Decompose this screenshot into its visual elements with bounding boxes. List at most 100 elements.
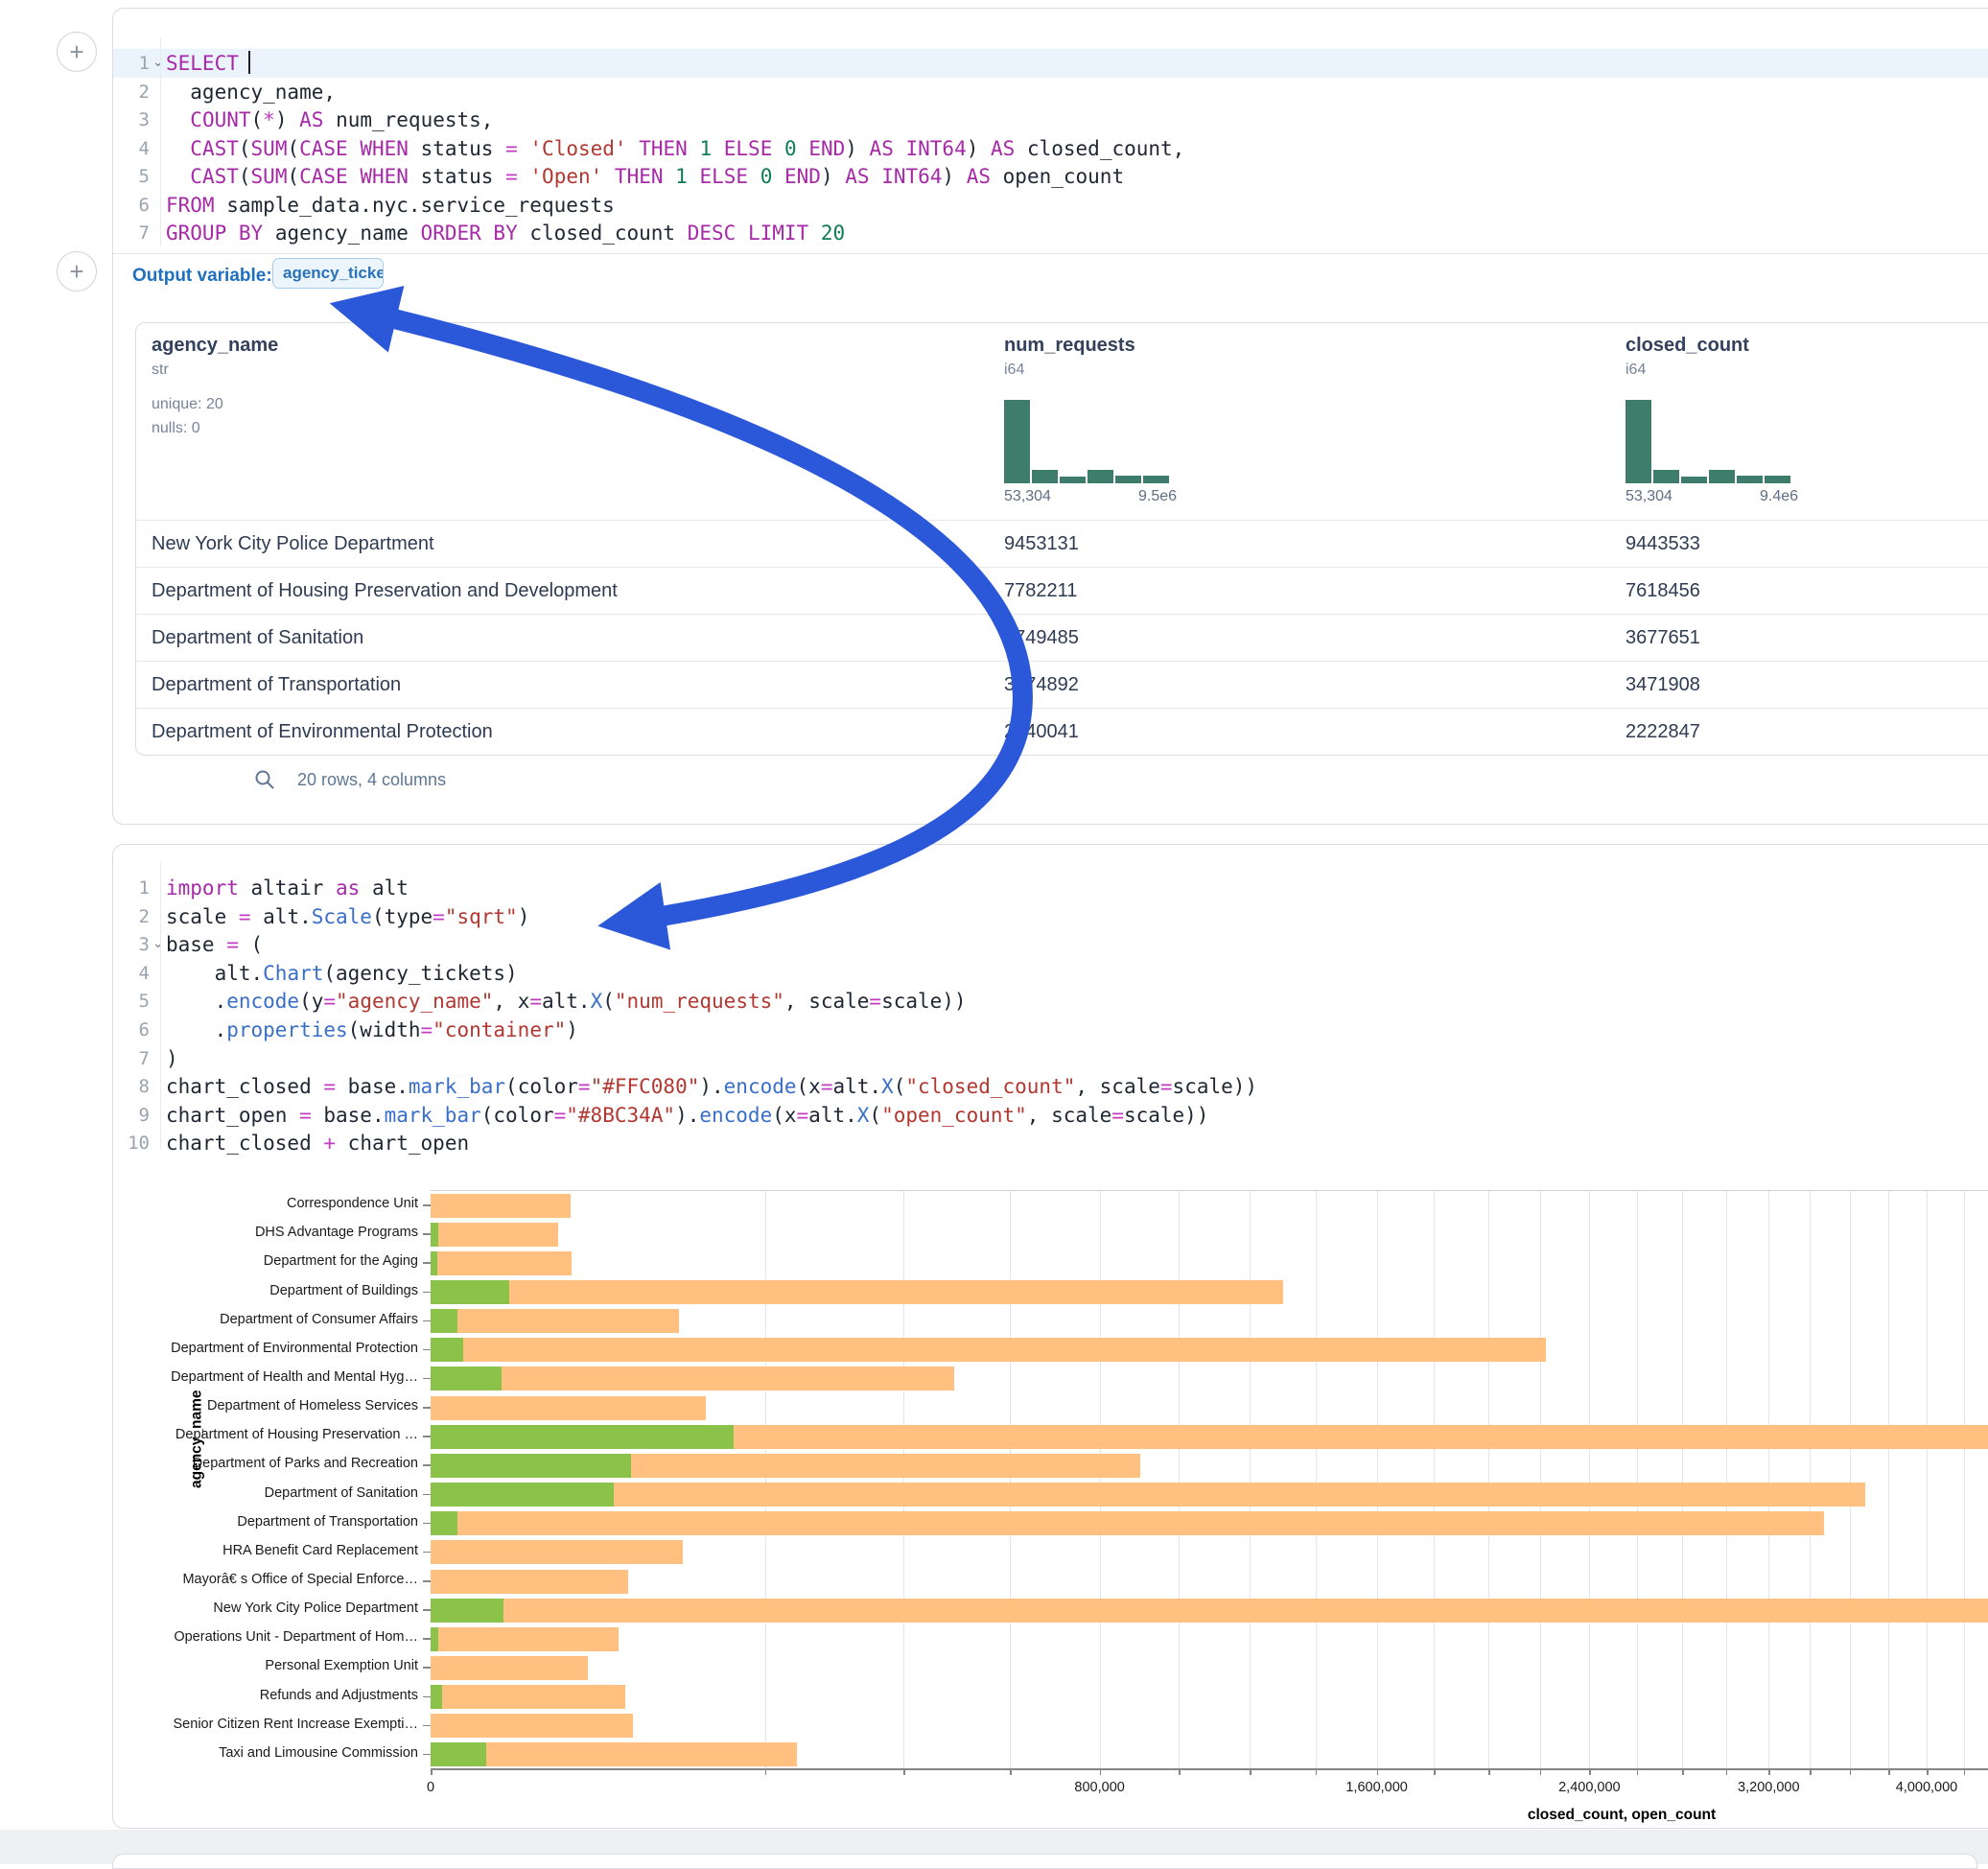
code-line[interactable]: 5 CAST(SUM(CASE WHEN status = 'Open' THE… (113, 162, 1988, 191)
y-axis-label: Department of Sanitation (113, 1485, 418, 1501)
bar-closed-count (431, 1599, 1988, 1623)
table-row[interactable]: New York City Police Department945313194… (136, 520, 1988, 568)
active-line-highlight (113, 49, 1988, 78)
search-icon[interactable] (253, 768, 276, 796)
column-type: str (152, 362, 169, 379)
code-text: chart_closed = base.mark_bar(color="#FFC… (166, 1072, 1257, 1101)
line-number: 1 (113, 49, 150, 78)
gridline (1964, 1191, 1965, 1769)
code-line[interactable]: 7GROUP BY agency_name ORDER BY closed_co… (113, 219, 1988, 247)
x-axis-tick (1010, 1768, 1012, 1775)
sql-editor[interactable]: 1⌄SELECT2 agency_name,3 COUNT(*) AS num_… (113, 9, 1988, 253)
column-header: closed_count (1625, 335, 1749, 357)
gridline (1316, 1191, 1317, 1769)
code-line[interactable]: 2scale = alt.Scale(type="sqrt") (113, 902, 1988, 931)
bar-open-count (431, 1483, 614, 1507)
code-text: chart_closed + chart_open (166, 1129, 469, 1157)
y-axis-tick (423, 1204, 431, 1206)
code-text: .encode(y="agency_name", x=alt.X("num_re… (166, 987, 967, 1016)
code-line[interactable]: 6FROM sample_data.nyc.service_requests (113, 191, 1988, 220)
code-line[interactable]: 2 agency_name, (113, 78, 1988, 106)
bar-closed-count (431, 1570, 628, 1594)
code-line[interactable]: 1import altair as alt (113, 874, 1988, 902)
column-header: num_requests (1004, 335, 1135, 357)
y-axis-tick (423, 1494, 431, 1496)
y-axis-tick (423, 1667, 431, 1669)
bar-closed-count (431, 1511, 1824, 1535)
column-stat: nulls: 0 (152, 420, 200, 437)
add-cell-button[interactable]: + (57, 32, 97, 72)
gutter-divider (160, 862, 161, 1150)
table-row[interactable]: Department of Sanitation37494853677651 (136, 614, 1988, 662)
x-axis-tick-label: 4,000,000 (1896, 1780, 1958, 1795)
column-type: i64 (1004, 362, 1024, 379)
y-axis-label: Department of Homeless Services (113, 1398, 418, 1413)
code-line[interactable]: 5 .encode(y="agency_name", x=alt.X("num_… (113, 987, 1988, 1016)
y-axis-label: Department of Transportation (113, 1514, 418, 1530)
table-cell: 3774892 (1004, 662, 1079, 709)
code-line[interactable]: 4 alt.Chart(agency_tickets) (113, 959, 1988, 988)
x-axis-title: closed_count, open_count (1528, 1807, 1716, 1824)
code-text: .properties(width="container") (166, 1016, 578, 1044)
table-row[interactable]: Department of Environmental Protection22… (136, 708, 1988, 756)
table-cell: Department of Sanitation (152, 615, 363, 662)
y-axis-tick (423, 1638, 431, 1640)
table-cell: 7618456 (1625, 568, 1700, 615)
column-histogram (1625, 400, 1792, 483)
line-number: 1 (113, 874, 150, 902)
code-line[interactable]: 10chart_closed + chart_open (113, 1129, 1988, 1157)
y-axis-label: DHS Advantage Programs (113, 1225, 418, 1240)
x-axis-tick (1488, 1768, 1490, 1775)
bar-closed-count (431, 1309, 679, 1333)
bar-closed-count (431, 1280, 1283, 1304)
x-axis-tick (1927, 1768, 1929, 1775)
code-line[interactable]: 6 .properties(width="container") (113, 1016, 1988, 1044)
bar-open-count (431, 1280, 509, 1304)
gridline (1100, 1191, 1101, 1769)
bar-closed-count (431, 1714, 633, 1738)
table-cell: 3677651 (1625, 615, 1700, 662)
code-line[interactable]: 9chart_open = base.mark_bar(color="#8BC3… (113, 1101, 1988, 1130)
code-line[interactable]: 8chart_closed = base.mark_bar(color="#FF… (113, 1072, 1988, 1101)
y-axis-label: Department for the Aging (113, 1253, 418, 1269)
output-variable-pill[interactable]: agency_tickets (272, 258, 384, 289)
y-axis-label: Correspondence Unit (113, 1196, 418, 1211)
line-number: 6 (113, 1016, 150, 1044)
histogram-min-label: 53,304 (1004, 488, 1051, 505)
python-editor[interactable]: 1import altair as alt2scale = alt.Scale(… (113, 845, 1988, 1161)
line-number: 3 (113, 930, 150, 959)
x-axis-tick-label: 2,400,000 (1558, 1780, 1621, 1795)
y-axis-label: HRA Benefit Card Replacement (113, 1543, 418, 1558)
bar-open-count (431, 1627, 438, 1651)
code-text: CAST(SUM(CASE WHEN status = 'Closed' THE… (166, 134, 1184, 163)
code-line[interactable]: 3 COUNT(*) AS num_requests, (113, 105, 1988, 134)
chevron-down-icon[interactable]: ⌄ (152, 49, 164, 76)
code-line[interactable]: 3⌄base = ( (113, 930, 1988, 959)
table-cell: 9453131 (1004, 521, 1079, 568)
table-cell: Department of Housing Preservation and D… (152, 568, 618, 615)
x-axis-line (431, 1768, 1988, 1770)
x-axis-tick (1434, 1768, 1436, 1775)
line-number: 2 (113, 902, 150, 931)
next-cell-preview (112, 1854, 1977, 1869)
chevron-down-icon[interactable]: ⌄ (152, 930, 164, 957)
add-cell-button[interactable]: + (57, 251, 97, 292)
bar-open-count (431, 1338, 463, 1362)
gridline (1540, 1191, 1541, 1769)
y-axis-tick (423, 1754, 431, 1756)
altair-chart: Correspondence Unit DHS Advantage Program… (113, 1176, 1988, 1818)
code-line[interactable]: 7) (113, 1044, 1988, 1073)
table-row[interactable]: Department of Housing Preservation and D… (136, 567, 1988, 615)
x-axis-tick (1682, 1768, 1684, 1775)
y-axis-tick (423, 1580, 431, 1582)
table-row[interactable]: Department of Transportation377489234719… (136, 661, 1988, 709)
bar-open-count (431, 1454, 631, 1478)
bar-closed-count (431, 1367, 954, 1390)
code-line[interactable]: 4 CAST(SUM(CASE WHEN status = 'Closed' T… (113, 134, 1988, 163)
code-line[interactable]: 1⌄SELECT (113, 49, 1988, 78)
line-number: 4 (113, 959, 150, 988)
y-axis-label: Department of Buildings (113, 1283, 418, 1298)
line-number: 5 (113, 162, 150, 191)
histogram-max-label: 9.5e6 (1138, 488, 1177, 505)
gridline (1010, 1191, 1011, 1769)
